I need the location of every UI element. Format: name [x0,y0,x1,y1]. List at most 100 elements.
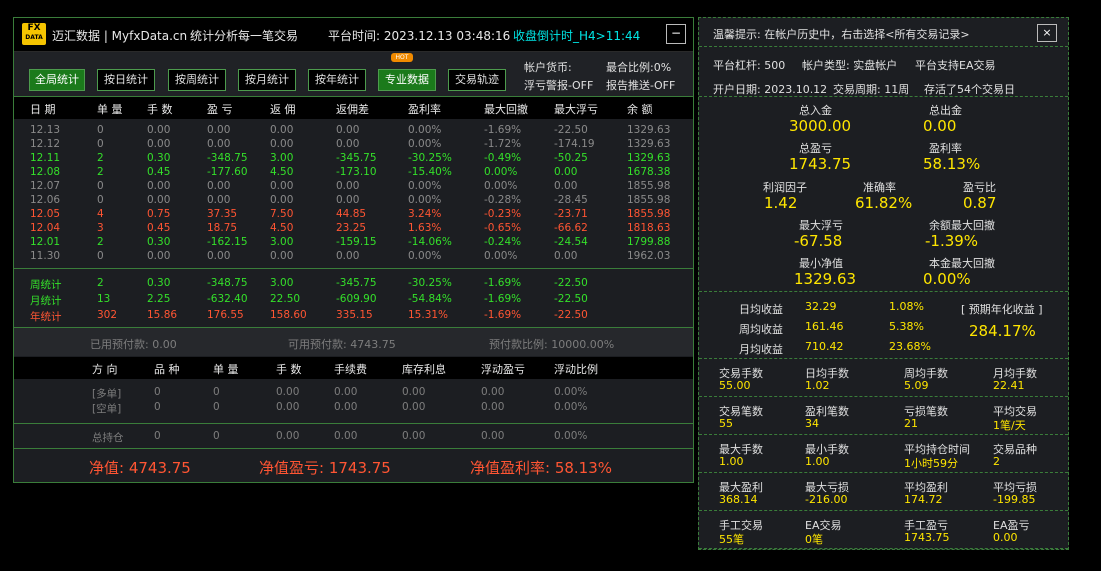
logo-text-bottom: DATA [25,34,43,41]
table-cell: 0.00 [276,386,300,398]
table-row[interactable]: 12.08 2 0.45 -177.60 4.50 -173.10 -15.40% 0.00%… [14,166,693,180]
table-row[interactable]: 12.13 0 0.00 0.00 0.00 0.00 0.00% -1.69% -22.50 1… [14,124,693,138]
table-cell: 12.01 [30,236,61,248]
total-deposit-label: 总入金 [799,104,832,117]
app-subtitle: 统计分析每一笔交易 [190,29,299,43]
table-cell: 0.00 [207,124,231,136]
table-cell: 12.04 [30,222,61,234]
column-header: 日 期 [30,103,56,116]
table-cell: 2.25 [147,293,171,305]
table-cell: 0.00% [408,124,442,136]
stat-value: 1743.75 [904,531,950,544]
table-row[interactable]: 12.05 4 0.75 37.35 7.50 44.85 3.24% -0.23% -23.7… [14,208,693,222]
table-row[interactable]: 12.06 0 0.00 0.00 0.00 0.00 0.00% -0.28% -28.45 1… [14,194,693,208]
divider [14,268,693,269]
stat-value: 1.02 [805,379,830,392]
table-cell: 0 [97,124,104,136]
tip-bar: 温馨提示: 在帐户历史中，右击选择<所有交易记录> × [699,18,1068,47]
pl-ratio: 0.87 [963,194,997,212]
table-cell: 1329.63 [627,152,671,164]
total-pl-label: 总盈亏 [799,142,832,155]
column-header: 单 量 [97,103,123,116]
title-bar: FX DATA 迈汇数据 | MyfxData.cn 统计分析每一笔交易 平台时… [14,18,693,52]
stats-panel: FX DATA 迈汇数据 | MyfxData.cn 统计分析每一笔交易 平台时… [13,17,694,483]
table-cell: 1799.88 [627,236,671,248]
report-push-toggle[interactable]: 报告推送-OFF [606,77,675,93]
table-cell: 0.00 [207,250,231,262]
minimize-button[interactable]: − [666,24,686,44]
profit-factor-label: 利润因子 [763,181,807,194]
tab-yearly-stats[interactable]: 按年统计 [308,69,366,91]
column-header: 余 额 [627,103,653,116]
table-cell: 4.50 [270,166,294,178]
table-cell: 0 [213,401,220,413]
table-cell: 1818.63 [627,222,671,234]
profit-factor: 1.42 [764,194,798,212]
table-row[interactable]: 12.04 3 0.45 18.75 4.50 23.25 1.63% -0.65% -66.6… [14,222,693,236]
table-cell: 0.00% [484,180,518,192]
position-row[interactable]: [空单] 0 0 0.00 0.00 0.00 0.00 0.00% [14,401,693,415]
table-cell: 1329.63 [627,138,671,150]
table-cell: -30.25% [408,277,452,289]
table-cell: 0.00 [481,386,505,398]
used-prepayment: 已用预付款: 0.00 [90,338,177,351]
table-cell: -609.90 [336,293,377,305]
table-cell: 0.00 [334,386,358,398]
table-cell: 0.00 [336,180,360,192]
close-button[interactable]: × [1037,24,1057,42]
tab-trade-trail[interactable]: 交易轨迹 [448,69,506,91]
table-row[interactable]: 11.30 0 0.00 0.00 0.00 0.00 0.00% 0.00% 0.00 1962… [14,250,693,264]
table-cell: 12.13 [30,124,61,136]
table-cell: 12.07 [30,180,61,192]
table-cell: 0 [213,430,220,442]
table-row[interactable]: 12.07 0 0.00 0.00 0.00 0.00 0.00% 0.00% 0.00 1855… [14,180,693,194]
table-cell: [多单] [92,388,122,400]
annual-return: 284.17% [969,322,1036,340]
table-row[interactable]: 12.12 0 0.00 0.00 0.00 0.00 0.00% -1.72% -174.19… [14,138,693,152]
table-cell: -345.75 [336,277,377,289]
stat-value: 5.09 [904,379,929,392]
stat-value: 368.14 [719,493,758,506]
table-cell: 0.00% [484,166,518,178]
table-cell: 0.00 [481,430,505,442]
table-cell: 0.00 [334,401,358,413]
table-cell: 302 [97,309,118,321]
table-cell: -14.06% [408,236,452,248]
daily-avg-label: 日均收益 [739,303,783,316]
annual-label: [ 预期年化收益 ] [961,303,1043,316]
position-row[interactable]: [多单] 0 0 0.00 0.00 0.00 0.00 0.00% [14,386,693,400]
stat-value: 1.00 [805,455,830,468]
table-cell: 0.00 [336,250,360,262]
table-cell: -0.23% [484,208,522,220]
table-cell: 1855.98 [627,194,671,206]
net-value-bar: 净值: 4743.75 净值盈亏: 1743.75 净值盈利率: 58.13% [14,449,693,482]
table-cell: 12.05 [30,208,61,220]
account-currency: 帐户货币: [524,61,572,74]
app-title: 迈汇数据 | MyfxData.cn [52,29,188,43]
tab-monthly-stats[interactable]: 按月统计 [238,69,296,91]
pl-ratio-label: 盈亏比 [963,181,996,194]
table-cell: 月统计 [30,295,62,307]
stats-row: 交易笔数 55 盈利笔数 34 亏损笔数 21 平均交易 1笔/天 [699,397,1068,435]
min-equity: 1329.63 [794,270,857,288]
tab-global-stats[interactable]: 全局统计 [29,69,85,91]
float-alert-toggle[interactable]: 浮亏警报-OFF [524,77,593,93]
tab-daily-stats[interactable]: 按日统计 [97,69,155,91]
max-ratio: 最合比例:0% [606,61,672,74]
table-cell: 15.31% [408,309,449,321]
table-cell: -0.65% [484,222,522,234]
accuracy-label: 准确率 [863,181,896,194]
tab-pro-data[interactable]: 专业数据 [378,69,436,91]
stat-value: 1笔/天 [993,419,1026,432]
table-cell: 0.00 [147,124,171,136]
table-cell: -0.28% [484,194,522,206]
table-cell: 0.00 [276,401,300,413]
stat-value: 55.00 [719,379,751,392]
column-header: 品 种 [154,363,180,376]
column-header: 单 量 [213,363,239,376]
stats-row: 手工交易 55笔 EA交易 0笔 手工盈亏 1743.75 EA盈亏 0.00 [699,511,1068,549]
table-row[interactable]: 12.01 2 0.30 -162.15 3.00 -159.15 -14.06% -0.24… [14,236,693,250]
table-cell: 13 [97,293,111,305]
tab-weekly-stats[interactable]: 按周统计 [168,69,226,91]
table-row[interactable]: 12.11 2 0.30 -348.75 3.00 -345.75 -30.25% -0.49… [14,152,693,166]
